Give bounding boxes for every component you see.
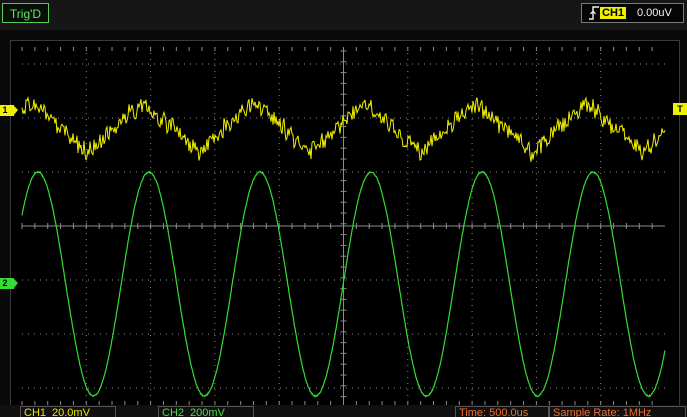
footer-bar: CH1 20.0mV CH2 200mV Time: 500.0us Sample … [0, 405, 687, 417]
graticule-grid [22, 47, 665, 405]
scope-screen [0, 0, 687, 417]
sample-rate-readout: Sample Rate: 1MHz [549, 406, 686, 417]
ch1-offset-marker[interactable]: 1 [0, 105, 14, 116]
trigger-level-marker[interactable]: T [673, 103, 687, 115]
ch1-scale-readout[interactable]: CH1 20.0mV [20, 406, 116, 417]
marker-arrow-icon [13, 105, 18, 116]
ch2-offset-marker[interactable]: 2 [0, 278, 14, 289]
ch2-scale-readout[interactable]: CH2 200mV [158, 406, 254, 417]
marker-arrow-icon [13, 278, 18, 289]
timebase-readout[interactable]: Time: 500.0us [455, 406, 549, 417]
